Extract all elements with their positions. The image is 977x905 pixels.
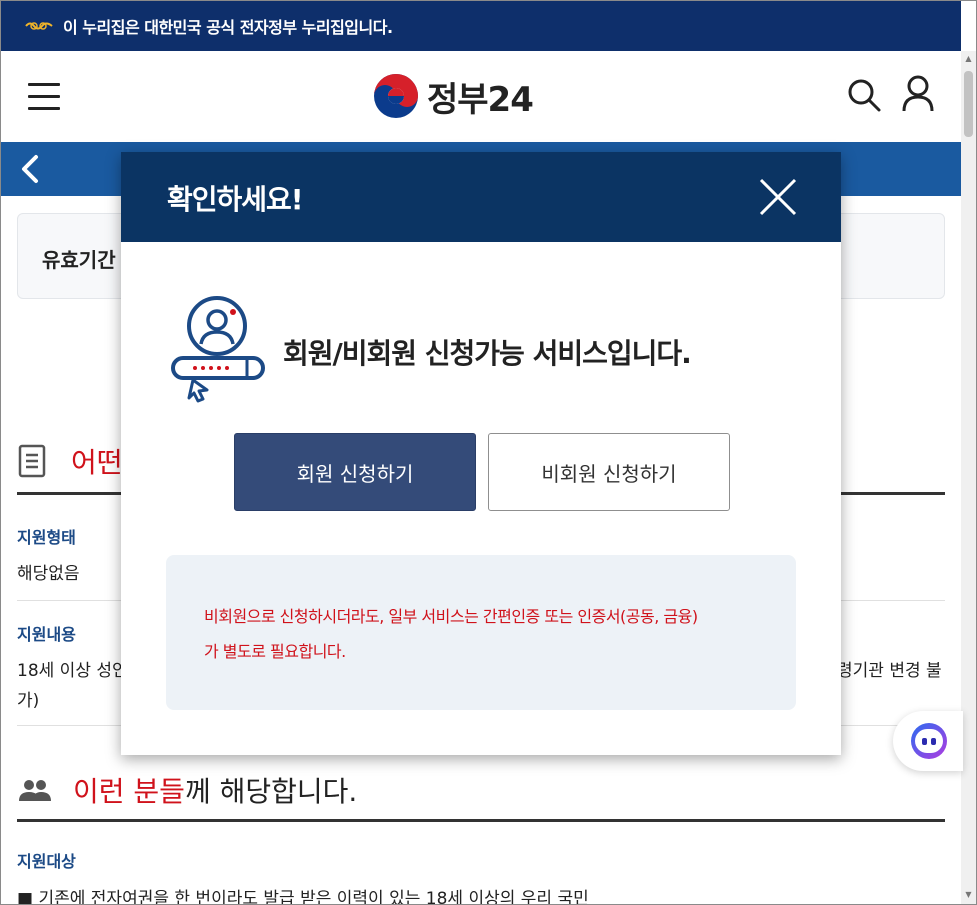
guest-apply-button[interactable]: 비회원 신청하기 [488,433,730,511]
taegeuk-logo-icon [374,74,418,118]
target-label: 지원대상 [17,852,76,871]
confirm-modal: 확인하세요! 회원/비회원 신청가능 서비스입니다. 회원 신청하기 비회원 신… [121,152,841,755]
support-content-label: 지원내용 [17,625,76,644]
modal-title: 확인하세요! [167,183,304,216]
support-content-line1-start: 18세 이상 성인 [17,661,128,681]
target-line1: ■ 기존에 전자여권을 한 번이라도 발급 받은 이력이 있는 18세 이상의 … [17,889,589,905]
section-title-highlight: 이런 분들 [73,775,185,808]
section-title-who: 이런 분들 께 해당합니다. [17,770,357,810]
hamburger-menu-icon[interactable] [28,83,60,110]
document-icon [18,444,46,478]
search-icon[interactable] [846,77,882,113]
section-divider [17,819,945,822]
gov-banner-text: 이 누리집은 대한민국 공식 전자정부 누리집입니다. [63,18,393,37]
modal-notice-box: 비회원으로 신청하시더라도, 일부 서비스는 간편인증 또는 인증서(공동, 금… [166,555,796,710]
site-logo[interactable]: 정부24 [373,73,534,120]
vertical-scrollbar[interactable] [961,51,976,904]
support-type-value: 해당없음 [17,564,80,584]
back-arrow-icon[interactable] [17,154,43,184]
scrollbar-thumb[interactable] [964,71,973,137]
scroll-up-arrow-icon[interactable]: ▲ [964,55,973,63]
gov-emblem-icon [25,22,53,30]
people-icon [19,780,51,801]
close-icon[interactable] [757,176,799,218]
chatbot-icon [911,723,947,759]
modal-message: 회원/비회원 신청가능 서비스입니다. [283,337,692,370]
notice-line-2: 가 별도로 필요합니다. [204,642,346,661]
chatbot-button[interactable] [893,711,963,771]
site-header: 정부24 [1,51,961,141]
member-login-illustration-icon [171,296,265,403]
scroll-down-arrow-icon[interactable]: ▼ [964,891,973,899]
modal-header: 확인하세요! [121,152,841,242]
support-type-label: 지원형태 [17,528,76,547]
support-content-line1-end: 령기관 변경 불 [837,661,942,681]
section-title-rest: 께 해당합니다. [184,775,358,808]
section-title-highlight: 어떤 [71,446,123,479]
logo-text: 정부24 [427,79,534,120]
member-apply-button[interactable]: 회원 신청하기 [234,433,476,511]
section-title-what: 어떤 [17,441,123,481]
validity-period-label: 유효기간 [42,248,116,272]
gov-official-banner: 이 누리집은 대한민국 공식 전자정부 누리집입니다. [1,1,961,51]
support-content-line2: 가) [17,691,40,711]
browser-frame: 이 누리집은 대한민국 공식 전자정부 누리집입니다. 정부24 유효기간 어떤… [0,0,977,905]
notice-line-1: 비회원으로 신청하시더라도, 일부 서비스는 간편인증 또는 인증서(공동, 금… [204,607,698,626]
target-section: 이런 분들 께 해당합니다. 지원대상 ■ 기존에 전자여권을 한 번이라도 발… [17,766,945,905]
user-icon[interactable] [901,75,935,113]
